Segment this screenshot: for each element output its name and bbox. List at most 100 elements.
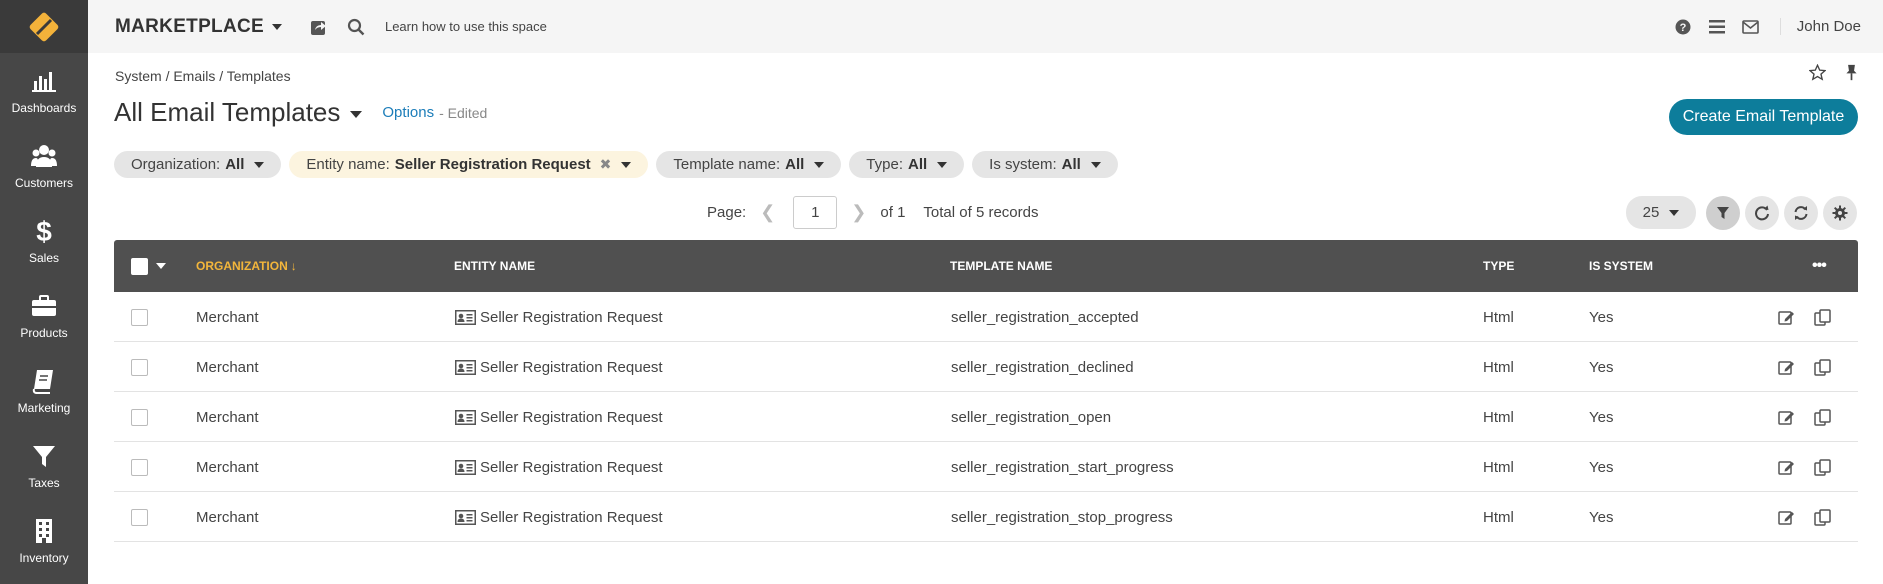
column-header-organization[interactable]: ORGANIZATION ↓ <box>196 240 297 292</box>
help-button[interactable]: ? <box>1672 16 1694 38</box>
sidebar-item-sales[interactable]: $ Sales <box>0 203 88 278</box>
options-link[interactable]: Options <box>382 104 434 121</box>
row-checkbox[interactable] <box>131 458 148 476</box>
menu-button[interactable] <box>1706 16 1728 38</box>
table-row[interactable]: Merchant Seller Registration Request sel… <box>114 342 1858 392</box>
refresh-button[interactable] <box>1784 196 1818 230</box>
column-header-entity-name[interactable]: ENTITY NAME <box>454 240 535 292</box>
share-button[interactable] <box>308 16 330 38</box>
refresh-icon <box>1794 206 1808 220</box>
filter-label: Entity name: <box>306 156 390 173</box>
grid-toolbar <box>1706 196 1857 230</box>
sidebar-item-dashboards[interactable]: Dashboards <box>0 53 88 128</box>
filter-value: Seller Registration Request <box>394 156 591 173</box>
table-row[interactable]: Merchant Seller Registration Request sel… <box>114 392 1858 442</box>
select-all-control[interactable] <box>131 240 166 292</box>
page-title[interactable]: All Email Templates <box>114 97 340 128</box>
entity-name-text: Seller Registration Request <box>480 458 663 476</box>
page-number-input[interactable] <box>793 196 838 229</box>
cell-type: Html <box>1483 458 1514 476</box>
sidebar-item-label: Taxes <box>28 475 60 490</box>
filter-template-name[interactable]: Template name: All <box>656 151 842 178</box>
edit-icon[interactable] <box>1776 457 1796 477</box>
sidebar-item-marketing[interactable]: Marketing <box>0 353 88 428</box>
sidebar-item-customers[interactable]: Customers <box>0 128 88 203</box>
grid-settings-button[interactable] <box>1823 196 1857 230</box>
chevron-down-icon <box>621 161 632 168</box>
page-size-select[interactable]: 25 <box>1626 196 1696 229</box>
entity-name-text: Seller Registration Request <box>480 508 663 526</box>
cell-type: Html <box>1483 508 1514 526</box>
sidebar-item-products[interactable]: Products <box>0 278 88 353</box>
select-all-checkbox[interactable] <box>131 257 148 275</box>
chevron-left-icon[interactable]: ❮ <box>760 202 775 223</box>
filter-value: All <box>1061 156 1081 173</box>
cell-entity-name: Seller Registration Request <box>455 442 663 492</box>
question-icon: ? <box>1675 19 1691 34</box>
share-icon <box>310 20 326 35</box>
row-checkbox[interactable] <box>131 308 148 326</box>
reset-button[interactable] <box>1745 196 1779 230</box>
clone-icon[interactable] <box>1812 307 1832 327</box>
search-button[interactable] <box>345 16 367 38</box>
close-icon[interactable]: ✖ <box>600 156 612 173</box>
edit-icon[interactable] <box>1776 357 1796 377</box>
clone-icon[interactable] <box>1812 357 1832 377</box>
filter-organization[interactable]: Organization: All <box>114 151 282 178</box>
sidebar: Dashboards Customers $ Sales Products Ma… <box>0 0 88 584</box>
row-checkbox[interactable] <box>131 358 148 376</box>
column-manager-button[interactable]: ••• <box>1812 240 1827 292</box>
cell-organization: Merchant <box>196 408 259 426</box>
chevron-down-icon[interactable] <box>350 111 363 118</box>
page-size-value: 25 <box>1642 204 1660 221</box>
clone-icon[interactable] <box>1812 407 1832 427</box>
filter-toggle-button[interactable] <box>1706 196 1740 230</box>
chevron-right-icon[interactable]: ❯ <box>851 202 866 223</box>
row-actions <box>1776 342 1832 392</box>
sidebar-item-label: Products <box>20 325 68 340</box>
column-header-type[interactable]: TYPE <box>1483 240 1514 292</box>
cell-entity-name: Seller Registration Request <box>455 292 663 342</box>
sidebar-item-inventory[interactable]: Inventory <box>0 503 88 578</box>
edit-icon[interactable] <box>1776 507 1796 527</box>
page-header-tools <box>1809 64 1859 81</box>
clone-icon[interactable] <box>1812 507 1832 527</box>
app-switcher[interactable]: MARKETPLACE <box>115 16 282 38</box>
entity-name-text: Seller Registration Request <box>480 308 663 326</box>
column-header-label: ORGANIZATION <box>196 259 288 273</box>
filter-type[interactable]: Type: All <box>849 151 965 178</box>
sidebar-item-taxes[interactable]: Taxes <box>0 428 88 503</box>
column-header-is-system[interactable]: IS SYSTEM <box>1589 240 1653 292</box>
cell-type: Html <box>1483 408 1514 426</box>
top-bar: MARKETPLACE Learn how to use this space … <box>88 0 1883 53</box>
messages-button[interactable] <box>1740 16 1762 38</box>
create-email-template-button[interactable]: Create Email Template <box>1669 99 1858 135</box>
user-menu[interactable]: John Doe <box>1779 18 1861 35</box>
app-logo[interactable] <box>0 0 88 53</box>
column-header-template-name[interactable]: TEMPLATE NAME <box>950 240 1052 292</box>
edited-label: - Edited <box>439 104 488 121</box>
star-icon[interactable] <box>1809 64 1826 81</box>
clone-icon[interactable] <box>1812 457 1832 477</box>
sidebar-item-label: Inventory <box>19 550 69 565</box>
edit-icon[interactable] <box>1776 407 1796 427</box>
table-row[interactable]: Merchant Seller Registration Request sel… <box>114 292 1858 342</box>
table-row[interactable]: Merchant Seller Registration Request sel… <box>114 492 1858 542</box>
pin-icon[interactable] <box>1844 64 1859 81</box>
entity-name-text: Seller Registration Request <box>480 408 663 426</box>
row-checkbox[interactable] <box>131 508 148 526</box>
help-link[interactable]: Learn how to use this space <box>385 19 547 34</box>
edit-icon[interactable] <box>1776 307 1796 327</box>
cell-is-system: Yes <box>1589 458 1614 476</box>
filter-entity-name[interactable]: Entity name: Seller Registration Request… <box>289 151 649 178</box>
search-icon <box>347 18 365 35</box>
breadcrumb: System / Emails / Templates <box>115 68 291 84</box>
chevron-down-icon[interactable] <box>156 263 166 269</box>
sidebar-item-label: Dashboards <box>11 100 77 115</box>
reset-icon <box>1755 205 1769 221</box>
total-records: Total of 5 records <box>923 204 1039 221</box>
row-checkbox[interactable] <box>131 408 148 426</box>
cell-type: Html <box>1483 358 1514 376</box>
filter-is-system[interactable]: Is system: All <box>972 151 1118 178</box>
table-row[interactable]: Merchant Seller Registration Request sel… <box>114 442 1858 492</box>
